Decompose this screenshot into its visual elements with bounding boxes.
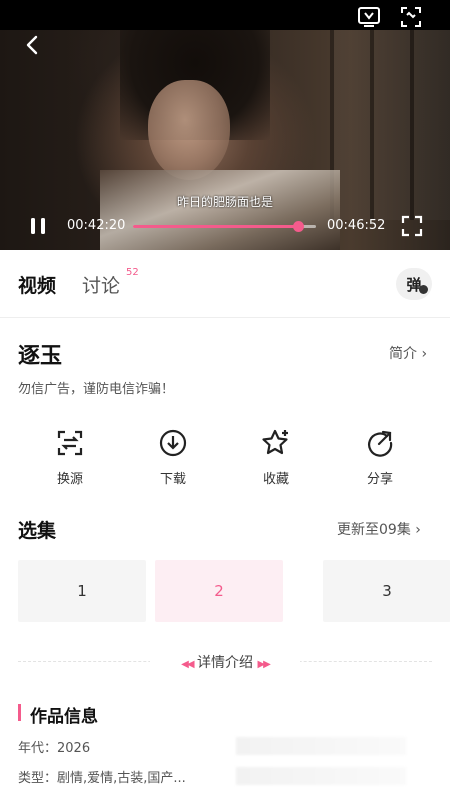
episode-item-active[interactable]: 2 [155,560,283,622]
episodes-update-link[interactable]: 更新至09集 › [337,519,421,539]
discuss-count-badge: 52 [126,267,139,278]
current-time: 00:42:20 [67,218,126,233]
info-type: 类型：剧情,爱情,古装,国产... [18,771,186,786]
download-icon [159,429,187,457]
download-label: 下载 [159,472,186,487]
cast-tv-icon[interactable] [356,4,382,30]
tab-discuss[interactable]: 讨论 [82,271,120,298]
video-frame-robe [100,170,340,250]
share-icon [368,430,393,457]
status-bar [0,0,450,30]
share-label: 分享 [366,472,393,487]
info-accent-bar [18,704,21,721]
scan-icon[interactable] [398,4,424,30]
episodes-title: 选集 [18,520,57,542]
info-year: 年代：2026 [18,741,91,756]
left-arrows-icon: ◀◀ [181,659,194,670]
progress-thumb[interactable] [292,221,304,232]
episode-item[interactable]: 1 [18,560,146,622]
details-label: 详情介绍 [197,655,253,671]
switch-source-icon [57,430,83,456]
share-button[interactable]: 分享 [350,428,410,487]
video-frame-face [148,80,230,180]
favorite-button[interactable]: 收藏 [246,428,306,487]
progress-fill [133,225,298,228]
download-button[interactable]: 下载 [143,428,203,487]
danmu-toggle-button[interactable]: 弹 [396,268,432,300]
content-tabs: 视频 讨论 52 弹 [0,250,450,316]
danmu-off-icon [419,285,428,294]
video-background [330,30,450,220]
back-icon[interactable] [20,32,46,58]
favorite-label: 收藏 [262,472,289,487]
intro-link[interactable]: 简介 › [389,343,427,363]
tab-video[interactable]: 视频 [18,271,56,298]
episode-item[interactable]: 3 [323,560,450,622]
show-title: 逐玉 [18,344,63,369]
details-header[interactable]: ◀◀ 详情介绍 ▶▶ [150,652,300,672]
fraud-warning: 勿信广告，谨防电信诈骗！ [18,382,175,397]
switch-source-label: 换源 [56,472,83,487]
info-title: 作品信息 [30,707,98,727]
star-icon [262,429,288,455]
info-blurred-field [236,737,406,755]
right-arrows-icon: ▶▶ [257,659,270,670]
info-blurred-field [236,767,406,785]
pause-icon[interactable] [26,214,50,238]
tab-divider [0,317,450,318]
progress-bar[interactable] [133,221,316,232]
fullscreen-icon[interactable] [399,213,425,239]
video-player[interactable]: 昨日的肥肠面也是 00:42:20 00:46:52 [0,0,450,250]
total-time: 00:46:52 [327,218,386,233]
switch-source-button[interactable]: 换源 [40,428,100,487]
video-subtitle: 昨日的肥肠面也是 [176,195,273,209]
